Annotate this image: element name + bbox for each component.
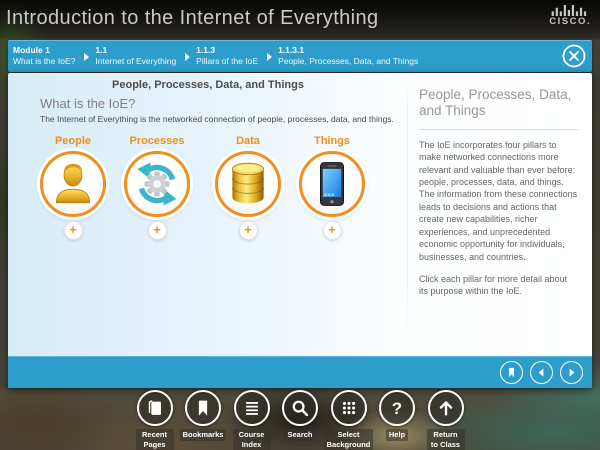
search-icon <box>289 397 311 419</box>
page-title: People, Processes, Data, and Things <box>8 79 408 91</box>
content-panel: People, Processes, Data, and Things What… <box>8 73 592 388</box>
process-cycle-icon <box>133 160 181 208</box>
sidebar-title: People, Processes, Data, and Things <box>419 87 578 119</box>
breadcrumb-item-1-1-3-1[interactable]: 1.1.3.1 People, Processes, Data, and Thi… <box>278 45 418 66</box>
breadcrumb-arrow-icon <box>84 53 89 61</box>
pillar-things: Things <box>290 135 374 239</box>
course-player-window: Introduction to the Internet of Everythi… <box>0 0 600 450</box>
question-icon: ? <box>392 400 402 417</box>
breadcrumb-item-1-1-3[interactable]: 1.1.3 Pillars of the IoE <box>196 45 258 66</box>
page-nav-bar <box>8 356 592 388</box>
pillar-processes-button[interactable] <box>124 151 190 217</box>
close-icon <box>561 43 587 69</box>
detail-sidebar: People, Processes, Data, and Things The … <box>408 73 592 356</box>
database-icon <box>223 159 273 209</box>
pillar-data-expand-button[interactable]: + <box>240 222 257 239</box>
bookmark-icon <box>192 397 214 419</box>
sidebar-paragraph: Click each pillar for more detail about … <box>419 273 578 298</box>
close-button[interactable] <box>561 43 587 69</box>
person-icon <box>48 159 98 209</box>
recent-pages-button[interactable]: Recent Pages <box>136 390 174 450</box>
search-button[interactable]: Search <box>281 390 319 441</box>
cisco-bridge-icon <box>550 5 590 16</box>
pillar-processes-expand-button[interactable]: + <box>149 222 166 239</box>
previous-icon <box>534 365 549 380</box>
course-index-button[interactable]: Course Index <box>233 390 271 450</box>
next-page-button[interactable] <box>560 361 583 384</box>
pillar-people: People + <box>31 135 115 239</box>
pillar-people-button[interactable] <box>40 151 106 217</box>
breadcrumb: Module 1 What is the IoE? 1.1 Internet o… <box>8 40 592 72</box>
breadcrumb-arrow-icon <box>267 53 272 61</box>
pillar-people-label: People <box>31 135 115 147</box>
bottom-toolbar: Recent Pages Bookmarks <box>0 390 600 450</box>
pages-icon <box>144 397 166 419</box>
pillar-things-button[interactable] <box>299 151 365 217</box>
pillar-things-expand-button[interactable]: + <box>324 222 341 239</box>
cisco-logo: cisco. <box>549 5 591 27</box>
title-bar: Introduction to the Internet of Everythi… <box>0 0 600 38</box>
breadcrumb-item-module[interactable]: Module 1 What is the IoE? <box>13 45 75 66</box>
course-title: Introduction to the Internet of Everythi… <box>6 7 379 30</box>
list-icon <box>241 397 263 419</box>
sidebar-divider <box>419 129 578 130</box>
grid-icon <box>338 397 360 419</box>
pillar-data-label: Data <box>206 135 290 147</box>
bookmark-icon <box>504 365 519 380</box>
pillar-data-button[interactable] <box>215 151 281 217</box>
pillar-processes-label: Processes <box>115 135 199 147</box>
bookmarks-button[interactable]: Bookmarks <box>184 390 222 441</box>
previous-page-button[interactable] <box>530 361 553 384</box>
breadcrumb-item-1-1[interactable]: 1.1 Internet of Everything <box>95 45 176 66</box>
return-to-class-button[interactable]: Return to Class <box>427 390 465 450</box>
next-icon <box>564 365 579 380</box>
section-heading: What is the IoE? <box>40 96 135 111</box>
cisco-wordmark: cisco. <box>549 16 591 27</box>
section-text: The Internet of Everything is the networ… <box>40 114 400 124</box>
help-button[interactable]: ? Help <box>378 390 416 441</box>
pillar-things-label: Things <box>290 135 374 147</box>
breadcrumb-arrow-icon <box>185 53 190 61</box>
up-arrow-icon <box>435 397 457 419</box>
pillar-data: Data + <box>206 135 290 239</box>
select-background-button[interactable]: Select Background <box>330 390 368 450</box>
pillar-people-expand-button[interactable]: + <box>65 222 82 239</box>
bookmark-page-button[interactable] <box>500 361 523 384</box>
pillar-processes: Processes + <box>115 135 199 239</box>
smartphone-icon <box>307 159 357 209</box>
sidebar-paragraph: The IoE incorporates four pillars to mak… <box>419 139 578 263</box>
